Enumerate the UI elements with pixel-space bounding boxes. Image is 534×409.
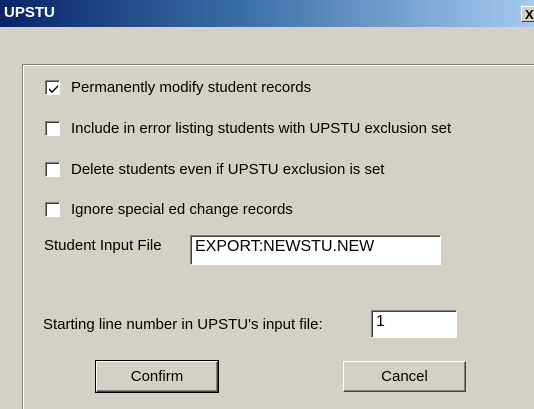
upstu-dialog: UPSTU X Permanently modify student recor…: [0, 0, 534, 409]
title-bar[interactable]: UPSTU X: [0, 0, 534, 27]
option-delete-students[interactable]: Delete students even if UPSTU exclusion …: [45, 159, 384, 179]
student-input-file-label: Student Input File: [44, 237, 162, 254]
cancel-button[interactable]: Cancel: [343, 361, 466, 392]
checkbox-include-error-listing[interactable]: [45, 120, 60, 136]
checkbox-ignore-special-ed[interactable]: [45, 201, 60, 217]
option-label: Permanently modify student records: [71, 78, 312, 96]
window-title: UPSTU: [4, 4, 55, 21]
option-label: Ignore special ed change records: [71, 200, 293, 218]
close-icon: X: [525, 7, 534, 22]
checkmark-icon: [49, 84, 58, 93]
dialog-body: Permanently modify student records Inclu…: [0, 27, 534, 409]
option-label: Delete students even if UPSTU exclusion …: [71, 160, 385, 178]
option-ignore-special-ed[interactable]: Ignore special ed change records: [45, 199, 293, 219]
close-button[interactable]: X: [521, 6, 534, 22]
confirm-button[interactable]: Confirm: [95, 360, 219, 393]
option-label: Include in error listing students with U…: [71, 119, 452, 137]
starting-line-label: Starting line number in UPSTU's input fi…: [43, 316, 323, 333]
option-permanently-modify[interactable]: Permanently modify student records: [45, 77, 311, 97]
checkbox-permanently-modify[interactable]: [45, 79, 60, 95]
checkbox-delete-students[interactable]: [45, 161, 60, 177]
student-input-file-field[interactable]: EXPORT:NEWSTU.NEW: [190, 235, 441, 265]
option-include-error-listing[interactable]: Include in error listing students with U…: [45, 118, 451, 138]
starting-line-field[interactable]: 1: [371, 310, 457, 338]
